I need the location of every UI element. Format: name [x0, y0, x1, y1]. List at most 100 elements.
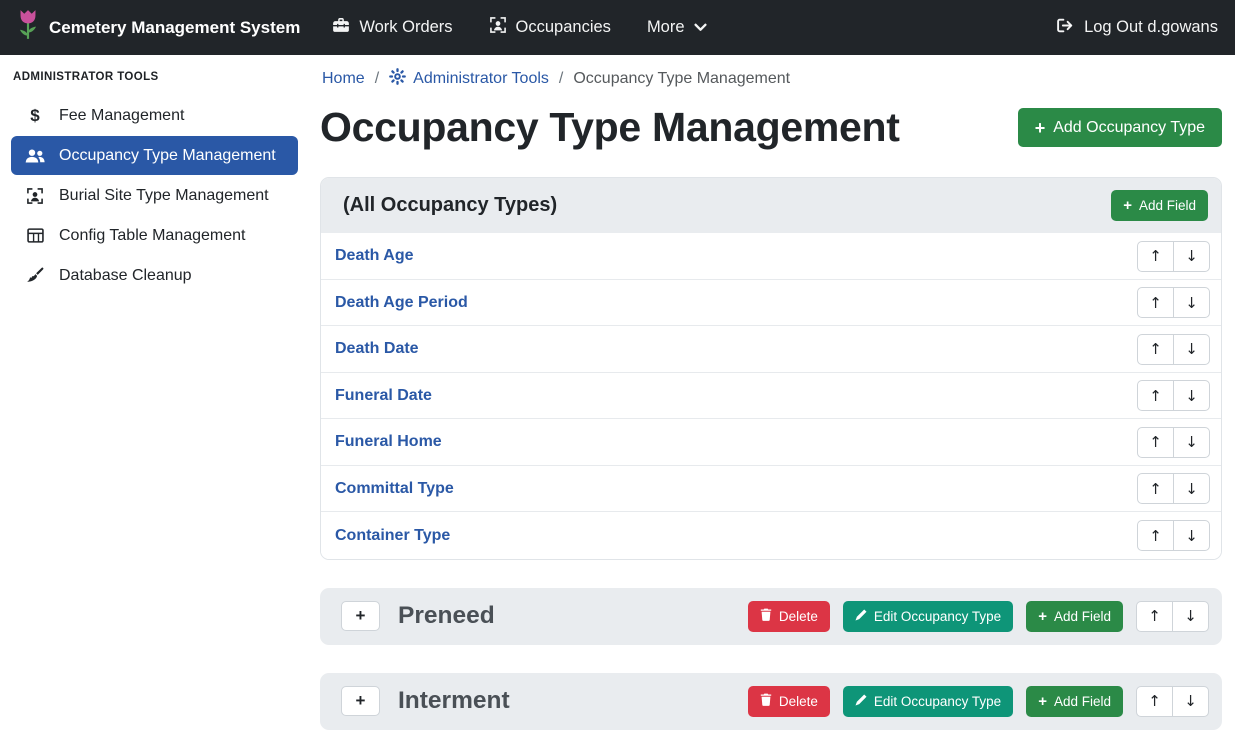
add-field-button[interactable]: + Add Field — [1026, 686, 1123, 717]
field-link[interactable]: Death Age Period — [335, 294, 468, 312]
field-row: Container Type ↑ ↓ — [321, 512, 1221, 559]
move-up-button[interactable]: ↑ — [1136, 686, 1173, 717]
nav-item-occupancies[interactable]: Occupancies — [471, 16, 629, 39]
move-up-button[interactable]: ↑ — [1137, 380, 1174, 411]
card-title: (All Occupancy Types) — [343, 194, 557, 217]
logout-button[interactable]: Log Out d.gowans — [1056, 17, 1218, 39]
move-up-button[interactable]: ↑ — [1137, 427, 1174, 458]
sidebar-item-config-table-management[interactable]: Config Table Management — [11, 216, 298, 255]
arrow-down-icon: ↓ — [1185, 527, 1198, 545]
field-link[interactable]: Death Date — [335, 340, 419, 358]
pencil-icon — [855, 609, 867, 624]
move-down-button[interactable]: ↓ — [1173, 380, 1210, 411]
arrow-down-icon: ↓ — [1185, 433, 1198, 451]
move-down-button[interactable]: ↓ — [1173, 473, 1210, 504]
arrow-down-icon: ↓ — [1185, 247, 1198, 265]
delete-button[interactable]: Delete — [748, 686, 830, 717]
arrow-down-icon: ↓ — [1185, 387, 1198, 405]
sidebar-item-database-cleanup[interactable]: Database Cleanup — [11, 256, 298, 295]
field-row: Death Age Period ↑ ↓ — [321, 280, 1221, 327]
move-up-button[interactable]: ↑ — [1136, 601, 1173, 632]
arrow-up-icon: ↑ — [1149, 294, 1162, 312]
person-frame-icon — [489, 16, 507, 39]
move-up-button[interactable]: ↑ — [1137, 520, 1174, 551]
reorder-buttons: ↑ ↓ — [1137, 520, 1210, 551]
pencil-icon — [855, 694, 867, 709]
move-down-button[interactable]: ↓ — [1173, 427, 1210, 458]
plus-icon: + — [1038, 694, 1047, 709]
move-down-button[interactable]: ↓ — [1173, 334, 1210, 365]
arrow-up-icon: ↑ — [1148, 607, 1161, 625]
delete-button[interactable]: Delete — [748, 601, 830, 632]
sidebar-item-occupancy-type-management[interactable]: Occupancy Type Management — [11, 136, 298, 175]
sidebar-item-burial-site-type-management[interactable]: Burial Site Type Management — [11, 176, 298, 215]
edit-occupancy-type-button[interactable]: Edit Occupancy Type — [843, 601, 1013, 632]
arrow-down-icon: ↓ — [1184, 692, 1197, 710]
edit-occupancy-type-button[interactable]: Edit Occupancy Type — [843, 686, 1013, 717]
nav-item-work-orders[interactable]: Work Orders — [314, 16, 470, 39]
app-title: Cemetery Management System — [49, 18, 300, 38]
dollar-icon: $ — [23, 106, 47, 126]
tulip-logo-icon — [17, 9, 39, 46]
move-up-button[interactable]: ↑ — [1137, 241, 1174, 272]
navbar-brand[interactable]: Cemetery Management System — [17, 9, 300, 46]
section-title: Preneed — [398, 602, 495, 630]
breadcrumb-home-label: Home — [322, 70, 365, 88]
move-up-button[interactable]: ↑ — [1137, 287, 1174, 318]
arrow-down-icon: ↓ — [1185, 294, 1198, 312]
field-link[interactable]: Death Age — [335, 247, 414, 265]
navbar-links: Work Orders Occupancies More — [314, 16, 724, 39]
field-link[interactable]: Funeral Date — [335, 387, 432, 405]
breadcrumb-home-link[interactable]: Home — [322, 70, 365, 88]
nav-item-more[interactable]: More — [629, 18, 725, 37]
breadcrumb-separator: / — [559, 70, 563, 88]
arrow-up-icon: ↑ — [1149, 527, 1162, 545]
add-field-button[interactable]: + Add Field — [1111, 190, 1208, 221]
add-field-button[interactable]: + Add Field — [1026, 601, 1123, 632]
field-link[interactable]: Funeral Home — [335, 433, 442, 451]
expand-button[interactable]: + — [341, 601, 380, 631]
add-field-label: Add Field — [1139, 198, 1196, 213]
sidebar-item-fee-management[interactable]: $ Fee Management — [11, 96, 298, 135]
broom-icon — [23, 267, 47, 285]
toolbox-icon — [332, 16, 350, 39]
plus-icon: + — [356, 606, 366, 626]
plus-icon: + — [356, 691, 366, 711]
table-icon — [23, 227, 47, 244]
expand-button[interactable]: + — [341, 686, 380, 716]
sidebar: Administrator Tools $ Fee Management Occ… — [0, 55, 309, 738]
breadcrumb-admin-tools-link[interactable]: Administrator Tools — [389, 68, 549, 90]
reorder-buttons: ↑ ↓ — [1137, 427, 1210, 458]
field-link[interactable]: Container Type — [335, 527, 450, 545]
move-down-button[interactable]: ↓ — [1172, 601, 1209, 632]
move-down-button[interactable]: ↓ — [1173, 241, 1210, 272]
move-up-button[interactable]: ↑ — [1137, 334, 1174, 365]
arrow-down-icon: ↓ — [1184, 607, 1197, 625]
move-down-button[interactable]: ↓ — [1173, 287, 1210, 318]
move-down-button[interactable]: ↓ — [1172, 686, 1209, 717]
reorder-buttons: ↑ ↓ — [1136, 601, 1209, 632]
page-title: Occupancy Type Management — [320, 102, 900, 153]
section-interment: + Interment Delete — [320, 673, 1222, 730]
section-preneed: + Preneed Delete — [320, 588, 1222, 645]
reorder-buttons: ↑ ↓ — [1137, 334, 1210, 365]
arrow-down-icon: ↓ — [1185, 340, 1198, 358]
reorder-buttons: ↑ ↓ — [1137, 241, 1210, 272]
field-row: Funeral Date ↑ ↓ — [321, 373, 1221, 420]
section-title: Interment — [398, 687, 510, 715]
field-row: Death Date ↑ ↓ — [321, 326, 1221, 373]
gear-icon — [389, 68, 406, 90]
arrow-up-icon: ↑ — [1149, 387, 1162, 405]
move-down-button[interactable]: ↓ — [1173, 520, 1210, 551]
add-occupancy-type-button[interactable]: + Add Occupancy Type — [1018, 108, 1222, 147]
breadcrumb: Home / Administrator Tools / Occupancy T… — [320, 64, 1222, 90]
field-link[interactable]: Committal Type — [335, 480, 454, 498]
move-up-button[interactable]: ↑ — [1137, 473, 1174, 504]
reorder-buttons: ↑ ↓ — [1137, 473, 1210, 504]
sidebar-item-label: Occupancy Type Management — [59, 147, 276, 165]
add-field-label: Add Field — [1054, 694, 1111, 709]
field-row: Funeral Home ↑ ↓ — [321, 419, 1221, 466]
plus-icon: + — [1035, 119, 1046, 137]
main-content: Home / Administrator Tools / Occupancy T… — [309, 55, 1235, 738]
add-field-label: Add Field — [1054, 609, 1111, 624]
